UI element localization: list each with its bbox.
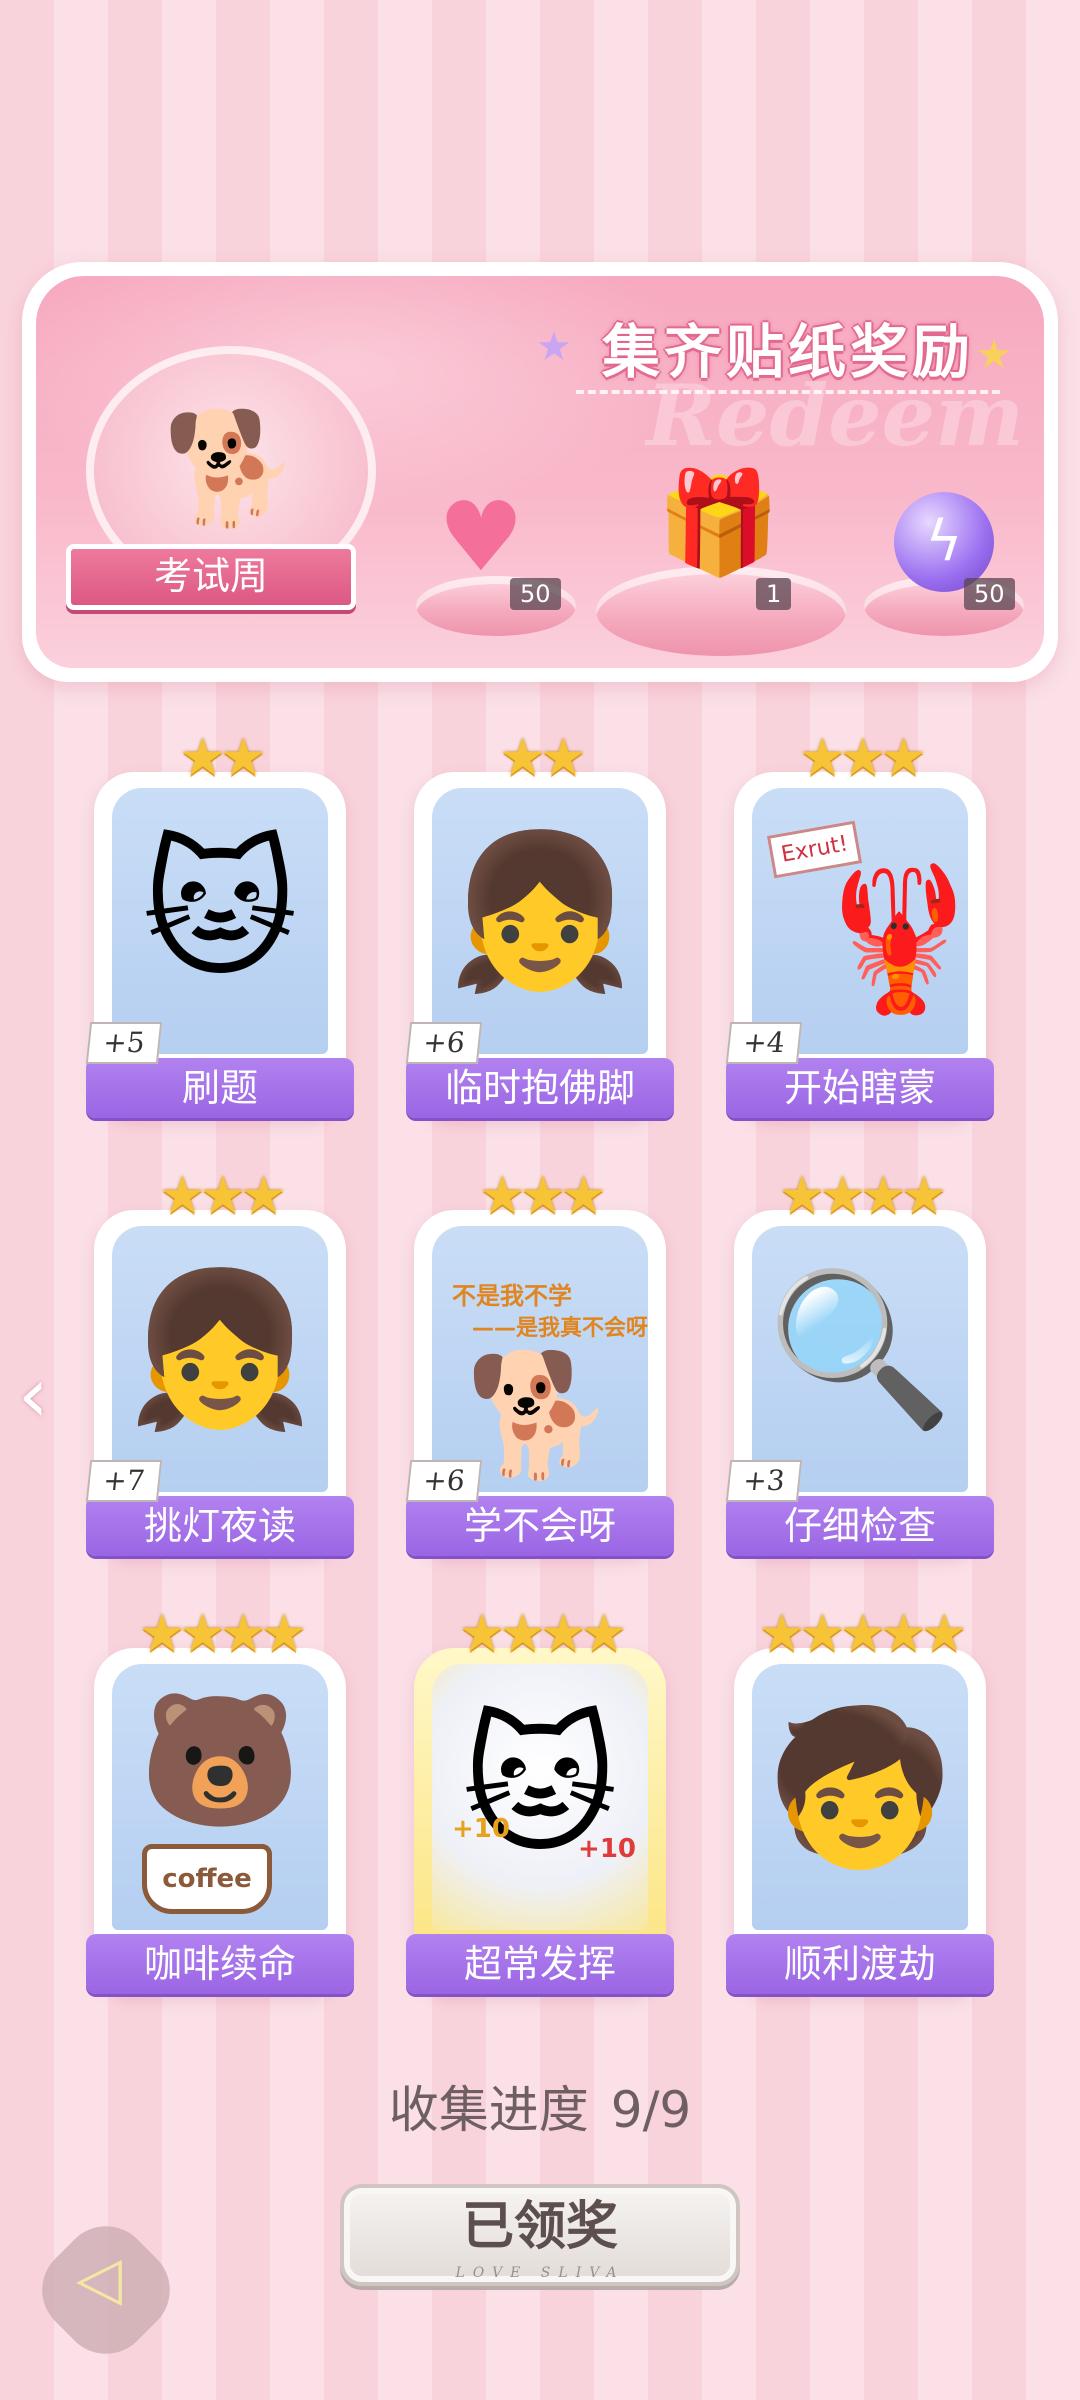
reward-count: 1 <box>756 578 792 610</box>
sticker-label: 开始瞎蒙 <box>726 1058 994 1118</box>
heart-gem-icon[interactable]: ♥ <box>438 481 524 593</box>
shiba-icon: 🐕 <box>162 404 300 532</box>
sticker-label: 超常发挥 <box>406 1934 674 1994</box>
sticker-art: 🔍 <box>752 1226 968 1492</box>
purple-orb-icon[interactable]: ϟ <box>894 492 994 592</box>
bonus-tag: +6 <box>405 1022 483 1064</box>
sticker-label: 咖啡续命 <box>86 1934 354 1994</box>
sticker-card[interactable]: ★★ 👧 +6 临时抱佛脚 <box>405 728 674 1118</box>
sticker-art: 🧒 <box>752 1664 968 1930</box>
sticker-art: Exrut! 🦞 <box>752 788 968 1054</box>
bear-icon: 🐻 <box>139 1684 301 1836</box>
girl-icon: 👧 <box>446 825 634 999</box>
claimed-button-sub: LOVE SLIVA <box>455 2265 625 2281</box>
sticker-label: 挑灯夜读 <box>86 1496 354 1556</box>
cat-icon: 🐱 <box>141 824 299 998</box>
sticker-card[interactable]: ★★★ 不是我不学 ——是我真不会呀 🐕 +6 学不会呀 <box>405 1166 674 1556</box>
girl-pen-icon: 🧒 <box>766 1701 954 1875</box>
sticker-art: 👧 <box>432 788 648 1054</box>
theme-badge: 考试周 <box>66 544 356 610</box>
progress-value: 9/9 <box>610 2081 692 2139</box>
prev-page-arrow-icon[interactable]: ‹ <box>18 1350 48 1439</box>
bonus-tag: +4 <box>725 1022 803 1064</box>
star-rating: ★★★ <box>799 728 927 788</box>
sticker-label: 临时抱佛脚 <box>406 1058 674 1118</box>
sticker-label: 顺利渡劫 <box>726 1934 994 1994</box>
sticker-label: 刷题 <box>86 1058 354 1118</box>
sticker-card[interactable]: ★★★★★ 🧒 顺利渡劫 <box>726 1604 994 1994</box>
star-rating: ★★★★ <box>778 1166 947 1226</box>
banner-title: 集齐贴纸奖励 <box>576 314 1001 394</box>
sticker-card[interactable]: ★★★ Exrut! 🦞 +4 开始瞎蒙 <box>725 728 994 1118</box>
gift-box-icon[interactable]: 🎁 <box>656 464 781 582</box>
star-rating: ★★★ <box>159 1166 287 1226</box>
back-button[interactable]: ◁ <box>23 2207 189 2373</box>
sticker-label: 学不会呀 <box>406 1496 674 1556</box>
slogan-line2: ——是我真不会呀 <box>472 1316 648 1341</box>
reward-count: 50 <box>510 578 561 610</box>
star-deco-icon: ★ <box>536 324 572 370</box>
sticker-card[interactable]: ★★★★ 🔍 +3 仔细检查 <box>725 1166 994 1556</box>
girl-magnifier-icon: 🔍 <box>766 1263 954 1437</box>
sticker-card[interactable]: ★★★★ 🐱 +10 +10 超常发挥 <box>406 1604 674 1994</box>
star-rating: ★★ <box>499 728 586 788</box>
plus10-right: +10 <box>578 1834 636 1864</box>
reward-banner: Redeem 🐕 集齐贴纸奖励 ★ ★ ♥ 50 🎁 1 ϟ 50 考试周 <box>22 262 1058 682</box>
sticker-art: 🐱 <box>112 788 328 1054</box>
bonus-tag: +3 <box>725 1460 803 1502</box>
sticker-card[interactable]: ★★★ 👧 +7 挑灯夜读 <box>85 1166 354 1556</box>
bonus-tag: +7 <box>85 1460 163 1502</box>
sticker-card[interactable]: ★★★★ 🐻 coffee 咖啡续命 <box>86 1604 354 1994</box>
collection-progress: 收集进度 9/9 <box>0 2070 1080 2142</box>
lobster-icon: 🦞 <box>812 858 968 1021</box>
star-rating: ★★★★★ <box>758 1604 967 1664</box>
slogan-line1: 不是我不学 <box>452 1282 572 1310</box>
star-deco-icon: ★ <box>976 332 1012 378</box>
girl-desk-icon: 👧 <box>126 1263 314 1437</box>
bonus-tag: +5 <box>85 1022 163 1064</box>
star-rating: ★★★★ <box>138 1604 307 1664</box>
sticker-art: 👧 <box>112 1226 328 1492</box>
star-rating: ★★ <box>179 728 266 788</box>
sticker-art: 不是我不学 ——是我真不会呀 🐕 <box>432 1226 648 1492</box>
back-arrow-icon: ◁ <box>75 2243 123 2314</box>
plus10-left: +10 <box>452 1814 510 1844</box>
progress-label: 收集进度 <box>388 2081 589 2139</box>
claimed-button[interactable]: 已领奖 LOVE SLIVA <box>340 2184 740 2286</box>
reward-count: 50 <box>964 578 1015 610</box>
claimed-button-label: 已领奖 <box>461 2197 618 2257</box>
bonus-tag: +6 <box>405 1460 483 1502</box>
star-rating: ★★★★ <box>458 1604 627 1664</box>
coffee-cup: coffee <box>142 1844 272 1914</box>
sticker-art: 🐻 coffee <box>112 1664 328 1930</box>
sticker-art: 🐱 +10 +10 <box>432 1664 648 1930</box>
sticker-card[interactable]: ★★ 🐱 +5 刷题 <box>85 728 354 1118</box>
sticker-label: 仔细检查 <box>726 1496 994 1556</box>
star-rating: ★★★ <box>479 1166 607 1226</box>
